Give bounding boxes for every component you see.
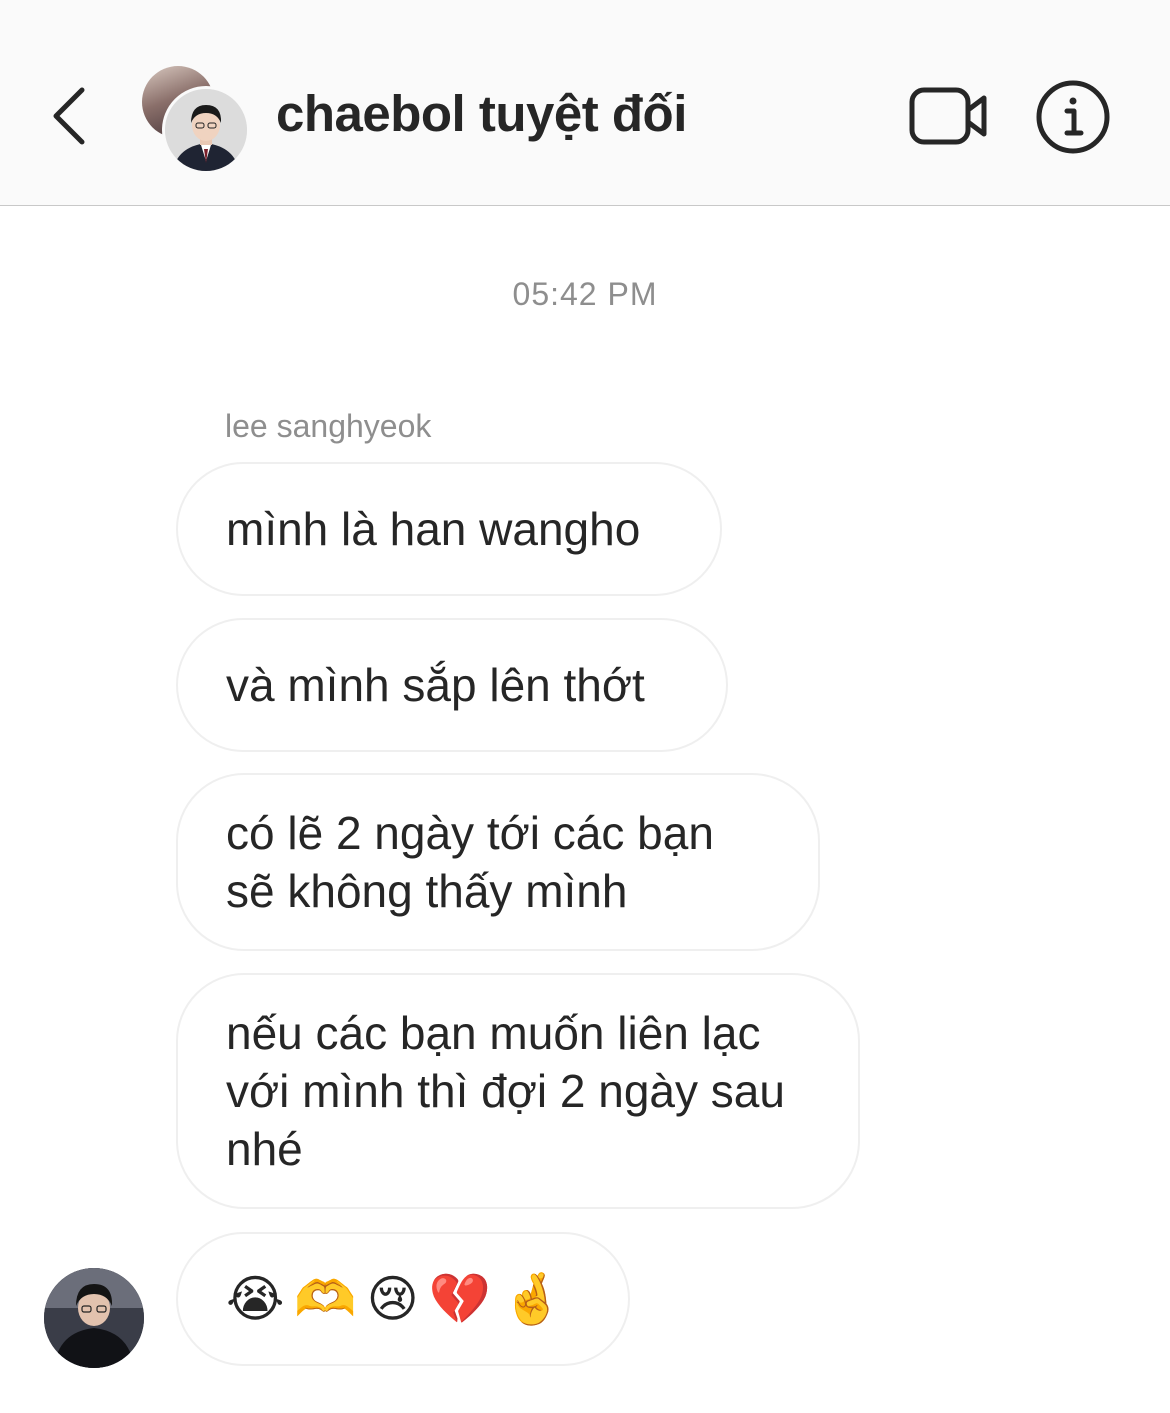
info-button[interactable] <box>1034 78 1112 156</box>
video-call-button[interactable] <box>904 80 994 152</box>
back-button[interactable] <box>40 78 100 154</box>
message-text: nếu các bạn muốn liên lạc với mình thì đ… <box>226 1007 785 1175</box>
sender-name: lee sanghyeok <box>225 408 432 444</box>
chat-header: chaebol tuyệt đối <box>0 0 1170 206</box>
group-avatar[interactable] <box>142 66 250 174</box>
sender-avatar[interactable] <box>44 1268 144 1368</box>
message-bubble[interactable]: mình là han wangho <box>176 462 722 596</box>
video-camera-icon <box>909 87 987 145</box>
avatar-primary <box>162 86 250 174</box>
chat-title[interactable]: chaebol tuyệt đối <box>276 84 687 143</box>
chevron-left-icon <box>53 87 85 145</box>
info-icon <box>1036 80 1110 154</box>
message-text: có lẽ 2 ngày tới các bạn sẽ không thấy m… <box>226 807 714 917</box>
message-bubble[interactable]: có lẽ 2 ngày tới các bạn sẽ không thấy m… <box>176 773 820 951</box>
message-text: và mình sắp lên thớt <box>226 659 645 711</box>
emoji-message-text: 😭🫶😢💔🤞 <box>226 1270 574 1328</box>
message-timestamp: 05:42 PM <box>512 276 658 312</box>
emoji-message-bubble[interactable]: 😭🫶😢💔🤞 <box>176 1232 630 1366</box>
message-bubble[interactable]: và mình sắp lên thớt <box>176 618 728 752</box>
message-text: mình là han wangho <box>226 503 641 555</box>
message-bubble[interactable]: nếu các bạn muốn liên lạc với mình thì đ… <box>176 973 860 1209</box>
